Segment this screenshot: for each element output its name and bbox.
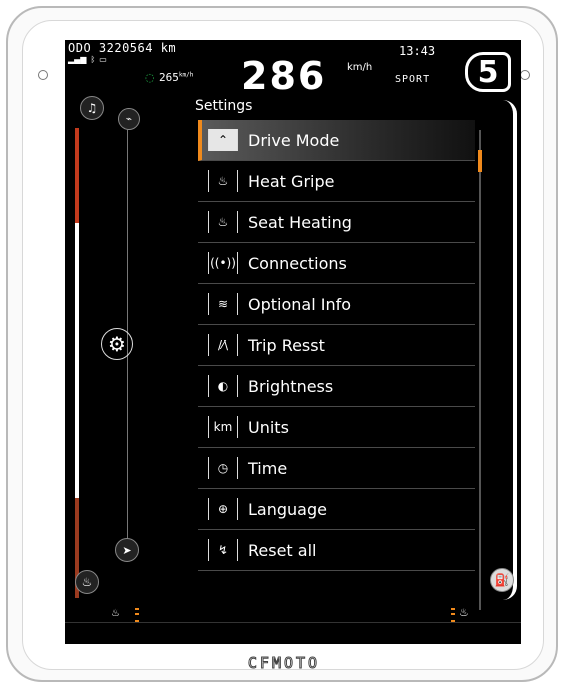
connections-icon: ((•)) — [208, 252, 238, 274]
battery-icon: ▭ — [99, 55, 107, 64]
brand-logo: CFMOTO — [247, 654, 321, 673]
grip-heat-icon: ♨ — [111, 608, 120, 619]
menu-item[interactable]: km Units — [198, 407, 475, 448]
menu-item[interactable]: ♨ Heat Gripe — [198, 161, 475, 202]
scrollbar-thumb[interactable] — [478, 150, 482, 172]
heated-grip-icon: ♨ — [208, 170, 238, 192]
menu-item-label: Units — [248, 417, 289, 437]
menu-item[interactable]: ⊕ Language — [198, 489, 475, 530]
menu-item-label: Reset all — [248, 540, 317, 560]
left-sensor-dot — [38, 70, 48, 80]
clock: 13:43 — [399, 44, 436, 58]
menu-item[interactable]: ◐ Brightness — [198, 366, 475, 407]
globe-icon: ⊕ — [208, 498, 238, 520]
reset-icon: ↯ — [208, 539, 238, 561]
speed-limit-icon: ◌ — [145, 71, 155, 84]
grip-heat-level — [135, 608, 139, 622]
brightness-icon: ◐ — [208, 375, 238, 397]
gear-indicator: 5 — [465, 52, 511, 92]
menu-item-label: Trip Resst — [248, 335, 325, 355]
settings-gear-icon[interactable]: ⚙ — [101, 328, 133, 360]
seat-heat-icon: ♨ — [459, 606, 469, 619]
music-icon[interactable]: ♫ — [80, 96, 104, 120]
menu-scrollbar[interactable] — [478, 130, 482, 610]
menu-item-label: Language — [248, 499, 327, 519]
menu-item[interactable]: /⁄\ Trip Resst — [198, 325, 475, 366]
ride-mode: SPORT — [395, 74, 431, 85]
footer-divider — [65, 622, 521, 623]
menu-item-label: Drive Mode — [248, 130, 340, 150]
menu-item[interactable]: ◷ Time — [198, 448, 475, 489]
settings-menu: ⌃ Drive Mode ♨ Heat Gripe ♨ Seat Heating ((•))… — [198, 120, 475, 571]
clock-icon: ◷ — [208, 457, 238, 479]
navigation-arrow-icon[interactable]: ➤ — [115, 538, 139, 562]
seat-heating-icon: ♨ — [208, 211, 238, 233]
fuel-icon: ⛽ — [490, 568, 514, 592]
left-gauge — [75, 128, 101, 598]
speedometer: 286 — [241, 54, 327, 98]
settings-title: Settings — [195, 98, 253, 114]
menu-item[interactable]: ↯ Reset all — [198, 530, 475, 571]
trip-icon: /⁄\ — [208, 334, 238, 356]
signal-icon: ▂▄▆ — [68, 55, 87, 64]
menu-item-label: Time — [248, 458, 288, 478]
navigation-icon[interactable]: ⌁ — [118, 108, 140, 130]
menu-item[interactable]: ⌃ Drive Mode — [198, 120, 475, 161]
menu-item-label: Heat Gripe — [248, 171, 335, 191]
speed-unit: km/h — [347, 62, 373, 73]
layers-icon: ≋ — [208, 293, 238, 315]
menu-item-label: Brightness — [248, 376, 334, 396]
seat-heat-level — [451, 608, 455, 622]
menu-item-label: Connections — [248, 253, 347, 273]
menu-item-label: Optional Info — [248, 294, 352, 314]
menu-item[interactable]: ((•)) Connections — [198, 243, 475, 284]
odometer: ODO 3220564 km — [68, 41, 177, 55]
drive-mode-icon: ⌃ — [208, 129, 238, 151]
menu-item-label: Seat Heating — [248, 212, 352, 232]
engine-temp-icon: ♨ — [75, 570, 99, 594]
dashboard-screen: ODO 3220564 km ▂▄▆ ᛒ ▭ 13:43 ◌ 265km/h 2… — [65, 40, 521, 644]
status-icons: ▂▄▆ ᛒ ▭ — [68, 55, 107, 64]
bluetooth-icon: ᛒ — [90, 55, 96, 64]
secondary-speed: 265km/h — [159, 71, 194, 84]
left-gauge-red-top — [75, 128, 79, 223]
menu-item[interactable]: ♨ Seat Heating — [198, 202, 475, 243]
menu-item[interactable]: ≋ Optional Info — [198, 284, 475, 325]
units-icon: km — [208, 416, 238, 438]
right-sensor-dot — [520, 70, 530, 80]
right-gauge — [503, 100, 517, 600]
